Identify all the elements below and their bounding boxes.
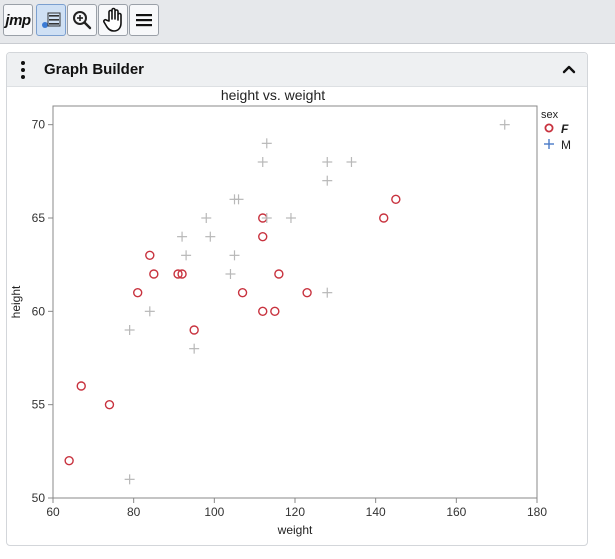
select-tool-button[interactable]	[36, 4, 66, 36]
panel-header: Graph Builder	[7, 53, 587, 87]
arrow-list-icon	[42, 12, 61, 28]
red-triangle-menu-icon[interactable]	[16, 61, 30, 79]
jmp-logo-button[interactable]: jmp	[3, 4, 33, 36]
hand-icon	[103, 7, 122, 32]
chevron-up-icon[interactable]	[561, 61, 577, 77]
graph-builder-panel: Graph Builder	[6, 52, 588, 546]
panel-title: Graph Builder	[44, 61, 145, 78]
zoom-tool-button[interactable]	[67, 4, 97, 36]
toolbar: jmp	[0, 0, 615, 44]
hamburger-menu-icon	[136, 14, 152, 27]
magnifier-plus-icon	[73, 11, 92, 30]
grabber-tool-button[interactable]	[98, 4, 128, 36]
main-menu-button[interactable]	[129, 4, 159, 36]
jmp-logo-icon: jmp	[5, 11, 31, 29]
